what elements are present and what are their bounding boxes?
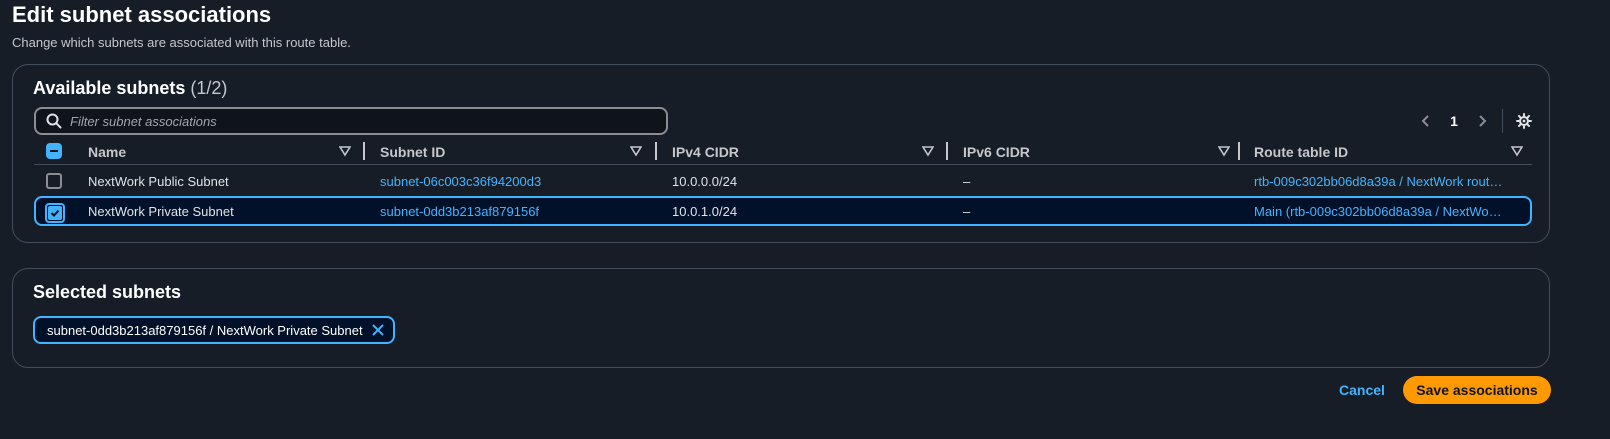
available-subnets-header: Available subnets (1/2) [33, 78, 227, 99]
subnet-id-link[interactable]: subnet-06c003c36f94200d3 [380, 174, 541, 189]
ipv4-cidr: 10.0.0.0/24 [672, 173, 738, 189]
column-header-subnet-id[interactable]: Subnet ID [380, 139, 445, 165]
previous-page-button[interactable] [1412, 107, 1440, 135]
sort-icon[interactable] [1511, 145, 1523, 157]
route-table-link[interactable]: rtb-009c302bb06d8a39a / NextWork route t… [1254, 174, 1506, 189]
page-description: Change which subnets are associated with… [12, 35, 351, 50]
gear-icon [1516, 113, 1532, 129]
subnet-id-link[interactable]: subnet-0dd3b213af879156f [380, 204, 539, 219]
column-resizer[interactable] [946, 142, 948, 160]
column-header-name[interactable]: Name [88, 139, 126, 165]
filter-subnets-input[interactable] [70, 113, 630, 129]
selected-subnets-title: Selected subnets [33, 282, 182, 302]
ipv6-cidr: – [963, 203, 971, 219]
row-checkbox[interactable] [46, 173, 62, 189]
page-title: Edit subnet associations [12, 2, 272, 27]
subnet-name: NextWork Private Subnet [88, 203, 234, 219]
save-associations-button[interactable]: Save associations [1403, 376, 1551, 404]
column-resizer[interactable] [655, 142, 657, 160]
row-checkbox-checked[interactable] [45, 203, 65, 223]
chevron-right-icon [1479, 115, 1487, 127]
chevron-left-icon [1421, 115, 1429, 127]
token-label: subnet-0dd3b213af879156f / NextWork Priv… [47, 322, 363, 338]
sort-icon[interactable] [1218, 145, 1230, 157]
selected-subnet-token: subnet-0dd3b213af879156f / NextWork Priv… [33, 316, 395, 344]
pagination: 1 [1412, 107, 1537, 135]
sort-icon[interactable] [339, 145, 351, 157]
available-subnets-title: Available subnets [33, 78, 186, 98]
route-table-link[interactable]: Main (rtb-009c302bb06d8a39a / NextWork r… [1254, 204, 1502, 219]
ipv6-cidr: – [963, 173, 971, 189]
selection-count: (1/2) [190, 78, 228, 98]
subnet-name: NextWork Public Subnet [88, 173, 229, 189]
table-row-selected[interactable]: NextWork Private Subnet subnet-0dd3b213a… [34, 196, 1532, 226]
table-row[interactable]: NextWork Public Subnet subnet-06c003c36f… [34, 166, 1532, 196]
table-header: Name Subnet ID IPv4 CIDR IPv6 CIDR Route… [34, 139, 1532, 165]
close-icon [371, 324, 384, 336]
column-header-ipv4-cidr[interactable]: IPv4 CIDR [672, 139, 739, 165]
column-resizer[interactable] [363, 142, 365, 160]
select-all-checkbox[interactable] [46, 143, 62, 159]
column-resizer[interactable] [1238, 142, 1240, 160]
column-header-ipv6-cidr[interactable]: IPv6 CIDR [963, 139, 1030, 165]
next-page-button[interactable] [1468, 107, 1496, 135]
pager-divider [1502, 109, 1503, 133]
filter-subnets-input-wrapper[interactable] [34, 107, 668, 135]
sort-icon[interactable] [630, 145, 642, 157]
available-subnets-container: Available subnets (1/2) 1 [12, 64, 1550, 243]
remove-token-button[interactable] [371, 323, 385, 337]
page-number[interactable]: 1 [1440, 113, 1468, 129]
search-icon [46, 113, 62, 129]
cancel-button[interactable]: Cancel [1324, 376, 1400, 404]
selected-subnets-container: Selected subnets subnet-0dd3b213af879156… [12, 268, 1550, 368]
checkmark-icon [50, 209, 60, 217]
column-header-route-table-id[interactable]: Route table ID [1254, 139, 1348, 165]
sort-icon[interactable] [922, 145, 934, 157]
ipv4-cidr: 10.0.1.0/24 [672, 203, 738, 219]
preferences-button[interactable] [1511, 108, 1537, 134]
